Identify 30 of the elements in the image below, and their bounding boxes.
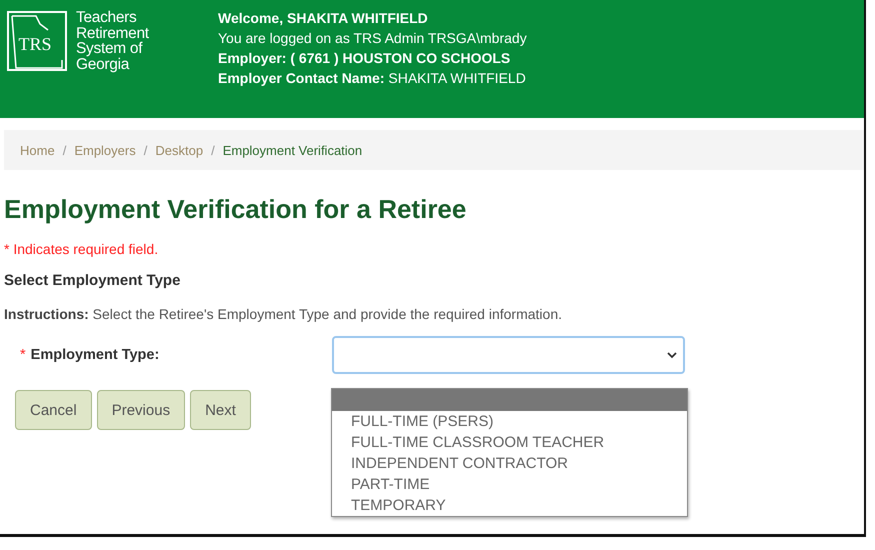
breadcrumb-separator: / bbox=[144, 142, 148, 158]
section-heading: Select Employment Type bbox=[4, 272, 182, 289]
dropdown-option[interactable]: TEMPORARY bbox=[332, 495, 687, 516]
form-button[interactable]: Previous bbox=[96, 390, 186, 430]
form-button[interactable]: Cancel bbox=[15, 390, 92, 430]
dropdown-option[interactable]: PART-TIME bbox=[332, 474, 687, 495]
field-label: Employment Type: bbox=[30, 347, 160, 363]
form-button[interactable]: Next bbox=[190, 390, 251, 430]
breadcrumb-link[interactable]: Home bbox=[20, 142, 55, 158]
logo-icon: TRS bbox=[6, 10, 68, 72]
employer-text: Employer: ( 6761 ) HOUSTON CO SCHOOLS bbox=[218, 50, 512, 67]
breadcrumb-separator: / bbox=[211, 142, 215, 158]
breadcrumb-link[interactable]: Employment Verification bbox=[222, 142, 362, 158]
instructions-text: Instructions: Select the Retiree's Employment Type and provide the required information. bbox=[4, 306, 564, 322]
blank-option[interactable] bbox=[332, 389, 687, 411]
dropdown-option[interactable]: INDEPENDENT CONTRACTOR bbox=[332, 453, 687, 474]
breadcrumb-link[interactable]: Employers bbox=[74, 142, 136, 158]
organization-name: Teachers Retirement System of Georgia bbox=[76, 10, 150, 72]
breadcrumb-link[interactable]: Desktop bbox=[155, 142, 204, 158]
chevron-down-icon bbox=[667, 352, 677, 358]
contact-name-text: Employer Contact Name: SHAKITA WHITFIELD bbox=[218, 70, 527, 87]
dropdown-option[interactable]: FULL-TIME (PSERS) bbox=[332, 411, 687, 432]
page-title: Employment Verification for a Retiree bbox=[4, 194, 468, 225]
dropdown-option[interactable]: FULL-TIME CLASSROOM TEACHER bbox=[332, 432, 687, 453]
employment-type-select[interactable] bbox=[332, 336, 685, 374]
welcome-text: Welcome, SHAKITA WHITFIELD bbox=[218, 10, 429, 27]
breadcrumb-separator: / bbox=[62, 142, 66, 158]
required-note: * Indicates required field. bbox=[4, 241, 160, 257]
logged-on-text: You are logged on as TRS Admin TRSGA\mbrady bbox=[218, 30, 527, 47]
required-mark: * bbox=[20, 347, 26, 363]
